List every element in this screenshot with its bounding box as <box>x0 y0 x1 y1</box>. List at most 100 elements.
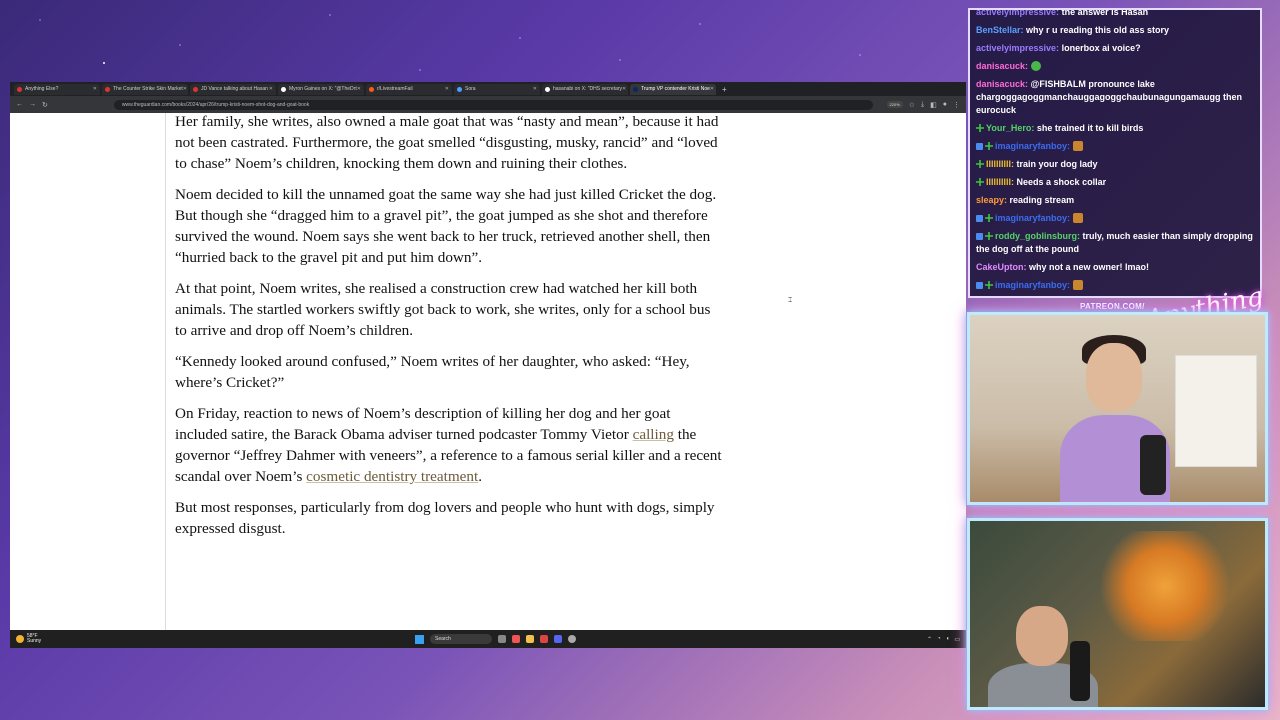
obs-icon[interactable] <box>568 635 576 643</box>
chat-username[interactable]: activelyimpressive: <box>976 43 1059 53</box>
chat-message: danisacuck: <box>976 60 1254 73</box>
weather-widget[interactable]: 58°F Sunny <box>16 634 41 644</box>
chat-username[interactable]: imaginaryfanboy: <box>995 213 1070 223</box>
app-icon[interactable] <box>540 635 548 643</box>
chat-message: activelyimpressive: lonerbox ai voice? <box>976 42 1254 55</box>
close-icon[interactable]: ✕ <box>183 86 187 92</box>
chat-message: activelyimpressive: the answer is Hasan <box>976 10 1254 19</box>
tab-title: r/LivestreamFail <box>377 86 413 92</box>
calling-link[interactable]: calling <box>633 426 674 443</box>
browser-tab[interactable]: The Counter Strike Skin Market ✕ <box>102 83 188 95</box>
sub-badge-icon <box>985 232 993 240</box>
chat-username[interactable]: roddy_goblinsburg: <box>995 231 1080 241</box>
chat-username[interactable]: llllllllll: <box>986 159 1014 169</box>
chat-text: lonerbox ai voice? <box>1061 43 1141 53</box>
search-placeholder: Search <box>435 636 451 642</box>
download-icon[interactable]: ⤓ <box>921 101 924 109</box>
system-tray: ⌃ ◔ ◖ ▭ <box>927 636 960 643</box>
zoom-indicator[interactable]: 220% <box>886 101 903 108</box>
windows-taskbar: 58°F Sunny Search ⌃ ◔ ◖ ▭ <box>10 630 966 648</box>
chat-message: roddy_goblinsburg: truly, much easier th… <box>976 230 1254 256</box>
tab-title: Myron Gaines on X: "@TheDrt <box>289 86 357 92</box>
sub-badge-icon <box>985 142 993 150</box>
monitor-icon[interactable]: ▭ <box>954 636 960 643</box>
chat-username[interactable]: sleapy: <box>976 195 1007 205</box>
tab-favicon-icon <box>17 86 22 92</box>
chat-username[interactable]: imaginaryfanboy: <box>995 141 1070 151</box>
close-icon[interactable]: ✕ <box>445 86 449 92</box>
chat-username[interactable]: danisacuck: <box>976 61 1028 71</box>
task-view-icon[interactable] <box>498 635 506 643</box>
mouse-cursor-icon: ⌶ <box>788 297 793 304</box>
tab-title: JD Vance talking about Hasan <box>201 86 268 92</box>
browser-tab[interactable]: JD Vance talking about Hasan ✕ <box>190 83 276 95</box>
chat-message: danisacuck: @FISHBALM pronounce lake cha… <box>976 78 1254 117</box>
chat-username[interactable]: Your_Hero: <box>986 123 1034 133</box>
article-paragraph: “Kennedy looked around confused,” Noem w… <box>175 353 690 391</box>
chat-username[interactable]: llllllllll: <box>986 177 1014 187</box>
emote-icon <box>1072 213 1083 223</box>
sub-badge-icon <box>976 124 984 132</box>
volume-icon[interactable]: ◖ <box>946 636 950 643</box>
browser-tab-active[interactable]: Trump VP contender Kristi Noe ✕ <box>630 83 716 95</box>
file-explorer-icon[interactable] <box>526 635 534 643</box>
microphone-icon <box>1140 435 1166 495</box>
new-tab-button[interactable]: + <box>722 85 727 94</box>
back-arrow-icon[interactable]: ← <box>16 101 23 108</box>
webcam-streamer <box>967 312 1268 505</box>
chat-username[interactable]: danisacuck: <box>976 79 1028 89</box>
close-icon[interactable]: ✕ <box>533 86 537 92</box>
chat-username[interactable]: imaginaryfanboy: <box>995 280 1070 290</box>
address-bar[interactable]: www.theguardian.com/books/2024/apr/26/tr… <box>113 99 873 110</box>
star-bookmark-icon[interactable]: ☆ <box>909 101 915 109</box>
chat-username[interactable]: CakeUpton: <box>976 262 1027 272</box>
close-icon[interactable]: ✕ <box>269 86 273 92</box>
taskbar-apps: Search <box>415 634 576 644</box>
discord-icon[interactable] <box>554 635 562 643</box>
tab-title: Sora <box>465 86 476 92</box>
wifi-icon[interactable]: ◔ <box>937 636 941 643</box>
extensions-icon[interactable]: ◧ <box>930 101 937 109</box>
tab-favicon-icon <box>105 86 110 92</box>
emote-icon <box>1030 61 1041 71</box>
reload-icon[interactable]: ↻ <box>42 101 48 109</box>
shelf <box>1175 355 1257 467</box>
menu-kebab-icon[interactable]: ⋮ <box>953 101 960 109</box>
browser-tab[interactable]: Sora ✕ <box>454 83 540 95</box>
profile-icon[interactable]: ● <box>943 101 947 108</box>
sub-badge-icon <box>976 178 984 186</box>
browser-tab[interactable]: Myron Gaines on X: "@TheDrt ✕ <box>278 83 364 95</box>
tab-title: Trump VP contender Kristi Noe <box>641 86 710 92</box>
tab-favicon-icon <box>633 86 638 92</box>
sun-icon <box>16 635 24 643</box>
tab-favicon-icon <box>545 86 550 92</box>
chat-username[interactable]: BenStellar: <box>976 25 1024 35</box>
close-icon[interactable]: ✕ <box>710 86 714 92</box>
close-icon[interactable]: ✕ <box>357 86 361 92</box>
close-icon[interactable]: ✕ <box>93 86 97 92</box>
article-paragraph: Noem decided to kill the unnamed goat th… <box>175 186 717 266</box>
patreon-text: PATREON.COM/ <box>1080 302 1145 311</box>
browser-app-icon[interactable] <box>512 635 520 643</box>
tab-title: hasanabi on X: "DHS secretary <box>553 86 623 92</box>
chat-text: Needs a shock collar <box>1016 177 1107 187</box>
taskbar-search[interactable]: Search <box>430 634 492 644</box>
browser-tab[interactable]: r/LivestreamFail ✕ <box>366 83 452 95</box>
chevron-up-icon[interactable]: ⌃ <box>927 636 932 643</box>
chat-username[interactable]: activelyimpressive: <box>976 10 1059 17</box>
windows-start-icon[interactable] <box>415 634 424 644</box>
close-icon[interactable]: ✕ <box>622 86 626 92</box>
chat-text: reading stream <box>1009 195 1075 205</box>
verified-badge-icon <box>976 282 983 289</box>
url-text: www.theguardian.com/books/2024/apr/26/tr… <box>121 101 310 108</box>
chat-text: she trained it to kill birds <box>1036 123 1144 133</box>
tab-favicon-icon <box>457 86 462 92</box>
article-paragraph: But most responses, particularly from do… <box>175 499 715 537</box>
browser-tab[interactable]: hasanabi on X: "DHS secretary ✕ <box>542 83 628 95</box>
forward-arrow-icon[interactable]: → <box>29 101 36 108</box>
chat-message: imaginaryfanboy: <box>976 279 1254 292</box>
webcam-guest <box>967 518 1268 710</box>
browser-tab[interactable]: Anything Else? ✕ <box>14 83 100 95</box>
cosmetic-dentistry-link[interactable]: cosmetic dentistry treatment <box>306 468 478 485</box>
article-body: Her family, she writes, also owned a mal… <box>175 111 723 549</box>
